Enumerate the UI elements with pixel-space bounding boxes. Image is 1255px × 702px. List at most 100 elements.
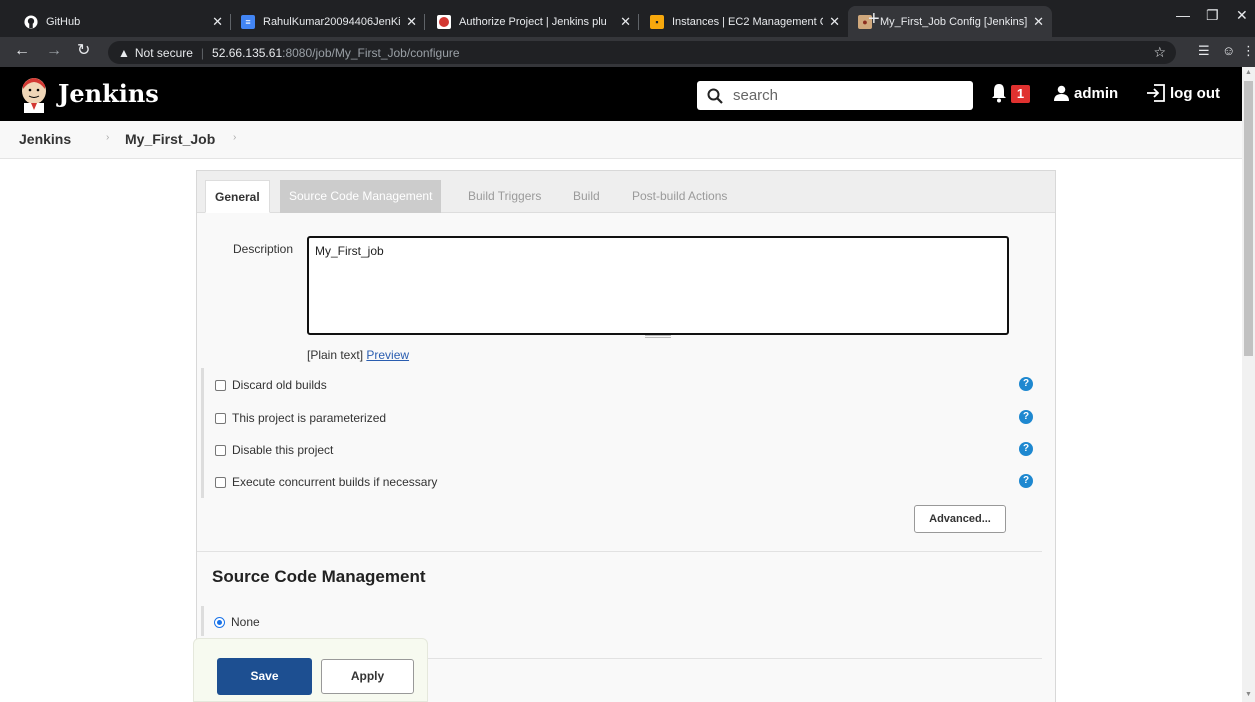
concurrent-builds-checkbox[interactable] xyxy=(215,476,226,488)
close-window-icon[interactable]: ✕ xyxy=(1236,7,1248,24)
help-icon[interactable]: ? xyxy=(1019,410,1033,424)
maximize-icon[interactable]: ❐ xyxy=(1206,7,1219,24)
section-divider xyxy=(197,551,1042,552)
description-label: Description xyxy=(233,242,294,256)
tab-title: My_First_Job Config [Jenkins] xyxy=(880,15,1028,28)
media-controls-icon[interactable]: ☰ xyxy=(1198,43,1210,59)
app-title[interactable]: Jenkins xyxy=(58,79,159,108)
options-group-bar xyxy=(201,368,204,498)
close-icon[interactable]: ✕ xyxy=(620,14,631,30)
parameterized-checkbox[interactable] xyxy=(215,412,226,424)
url-divider: | xyxy=(200,45,205,60)
tab-title: Authorize Project | Jenkins plu xyxy=(459,15,607,28)
scm-group-bar xyxy=(201,606,204,636)
scroll-down-icon[interactable]: ▼ xyxy=(1245,691,1252,698)
tab-post-build-actions[interactable]: Post-build Actions xyxy=(623,180,736,213)
scm-section-title: Source Code Management xyxy=(212,567,426,586)
help-icon[interactable]: ? xyxy=(940,83,960,103)
close-icon[interactable]: ✕ xyxy=(406,14,417,30)
apply-button[interactable]: Apply xyxy=(321,659,414,694)
option-label: Discard old builds xyxy=(232,378,327,392)
close-icon[interactable]: ✕ xyxy=(829,14,840,30)
svg-text:?: ? xyxy=(946,87,953,101)
url-host: 52.66.135.61 xyxy=(212,45,283,60)
search-box[interactable] xyxy=(697,81,973,110)
scm-none-option[interactable]: None xyxy=(214,615,260,629)
scroll-up-icon[interactable]: ▲ xyxy=(1245,69,1252,76)
tab-title: RahulKumar20094406JenKins xyxy=(263,15,401,28)
not-secure-label: Not secure xyxy=(134,45,193,60)
tab-general[interactable]: General xyxy=(205,180,270,213)
bookmark-star-icon[interactable]: ☆ xyxy=(1153,44,1166,61)
warning-icon: ▲ xyxy=(118,45,130,60)
tab-build-triggers[interactable]: Build Triggers xyxy=(459,180,550,213)
scrollbar-thumb[interactable] xyxy=(1244,81,1253,356)
config-panel: General Source Code Management Build Tri… xyxy=(196,170,1056,702)
scm-none-radio[interactable] xyxy=(214,616,225,628)
url-path: :8080/job/My_First_Job/configure xyxy=(282,45,460,60)
address-bar: ← → ↻ ▲ Not secure | 52.66.135.61:8080/j… xyxy=(0,37,1255,67)
option-label: Execute concurrent builds if necessary xyxy=(232,475,438,489)
tab-source-code-management[interactable]: Source Code Management xyxy=(280,180,442,213)
bell-icon[interactable] xyxy=(990,83,1008,103)
logout-icon[interactable] xyxy=(1146,84,1166,102)
breadcrumb-menu-icon[interactable]: › xyxy=(233,132,236,143)
github-icon xyxy=(24,14,38,29)
discard-old-builds-checkbox[interactable] xyxy=(215,379,226,391)
browser-tab-bar: GitHub ✕ ≡ RahulKumar20094406JenKins ✕ A… xyxy=(0,0,1255,37)
description-textarea[interactable] xyxy=(307,236,1009,335)
jenkins-header: Jenkins ? 1 admin log out xyxy=(0,67,1242,121)
profile-avatar-icon[interactable]: ☺ xyxy=(1222,43,1235,58)
search-input[interactable] xyxy=(733,87,933,104)
tab-separator xyxy=(424,14,425,30)
parameterized-option[interactable]: This project is parameterized xyxy=(215,411,386,425)
aws-icon: ▪ xyxy=(650,14,664,29)
bottom-action-bar: Save Apply xyxy=(193,638,428,702)
tab-build[interactable]: Build xyxy=(564,180,609,213)
option-label: Disable this project xyxy=(232,443,334,457)
close-icon[interactable]: ✕ xyxy=(212,14,223,30)
url-field[interactable]: ▲ Not secure | 52.66.135.61:8080/job/My_… xyxy=(108,41,1176,64)
plain-text-label: [Plain text] xyxy=(307,348,364,362)
tab-separator xyxy=(638,14,639,30)
description-format: [Plain text] Preview xyxy=(307,348,409,362)
breadcrumb-job[interactable]: My_First_Job xyxy=(125,131,215,147)
user-icon xyxy=(1054,85,1069,101)
scm-none-label: None xyxy=(231,615,260,629)
concurrent-builds-option[interactable]: Execute concurrent builds if necessary xyxy=(215,475,437,489)
help-icon[interactable]: ? xyxy=(1019,442,1033,456)
minimize-icon[interactable]: — xyxy=(1176,7,1190,23)
breadcrumb-separator-icon: › xyxy=(106,132,110,143)
option-label: This project is parameterized xyxy=(232,411,387,425)
notification-badge[interactable]: 1 xyxy=(1011,85,1030,103)
discard-old-builds-option[interactable]: Discard old builds xyxy=(215,378,327,392)
advanced-button[interactable]: Advanced... xyxy=(914,505,1006,533)
help-icon[interactable]: ? xyxy=(1019,474,1033,488)
vertical-scrollbar[interactable]: ▲ ▼ xyxy=(1242,67,1255,702)
preview-link[interactable]: Preview xyxy=(366,348,409,362)
textarea-resize-handle[interactable] xyxy=(645,335,671,338)
config-tabs: General Source Code Management Build Tri… xyxy=(197,171,1055,213)
disable-project-checkbox[interactable] xyxy=(215,444,226,456)
browser-tab-ec2[interactable]: ▪ Instances | EC2 Management C ✕ xyxy=(640,6,848,37)
breadcrumb-jenkins[interactable]: Jenkins xyxy=(19,131,71,147)
disable-project-option[interactable]: Disable this project xyxy=(215,443,333,457)
user-link[interactable]: admin xyxy=(1074,85,1118,102)
new-tab-button[interactable]: + xyxy=(868,9,880,29)
help-icon[interactable]: ? xyxy=(1019,377,1033,391)
browser-tab-doc[interactable]: ≡ RahulKumar20094406JenKins ✕ xyxy=(231,6,425,37)
docs-icon: ≡ xyxy=(241,14,255,29)
browser-tab-github[interactable]: GitHub ✕ xyxy=(14,6,231,37)
logout-link[interactable]: log out xyxy=(1170,85,1220,102)
save-button[interactable]: Save xyxy=(217,658,312,695)
browser-tab-authorize[interactable]: Authorize Project | Jenkins plu ✕ xyxy=(427,6,639,37)
jenkins-plugin-icon xyxy=(437,14,451,29)
search-icon xyxy=(707,88,723,104)
forward-icon[interactable]: → xyxy=(46,42,62,60)
jenkins-logo-icon[interactable] xyxy=(18,77,50,113)
menu-kebab-icon[interactable]: ⋮ xyxy=(1242,43,1255,59)
close-icon[interactable]: ✕ xyxy=(1033,14,1044,30)
back-icon[interactable]: ← xyxy=(14,42,30,60)
tab-title: Instances | EC2 Management C xyxy=(672,15,824,28)
reload-icon[interactable]: ↻ xyxy=(77,42,90,60)
